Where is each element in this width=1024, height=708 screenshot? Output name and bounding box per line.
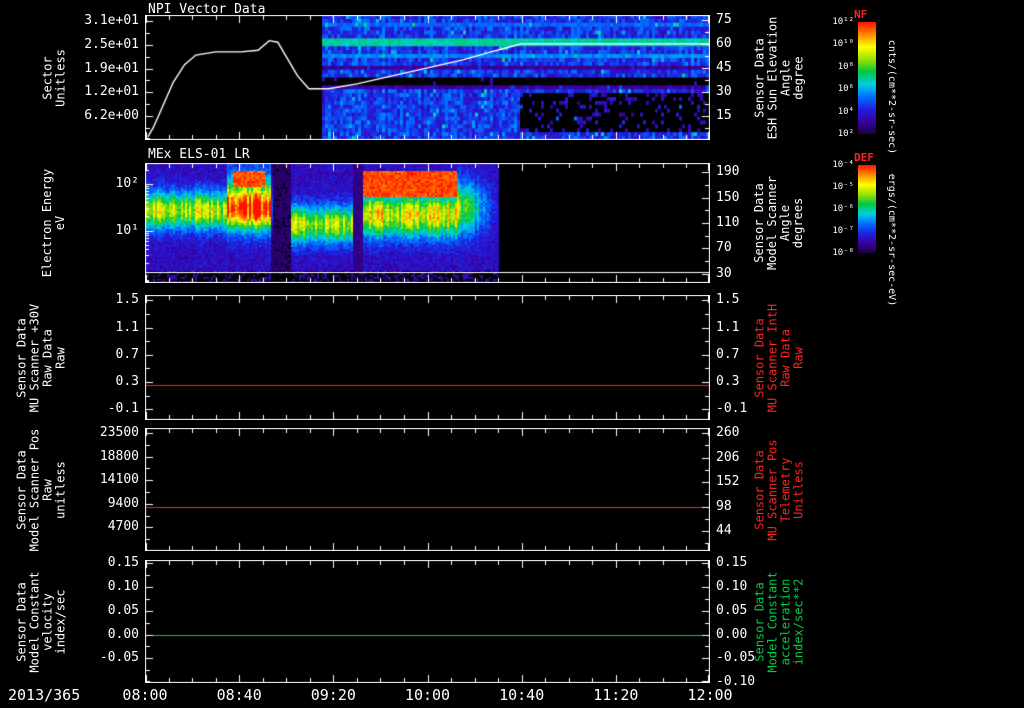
- panel-canvas-mu30v: [145, 295, 710, 420]
- colorbar-def-tick-label: 10⁻⁷: [832, 226, 854, 236]
- x-axis-tick-label: 08:00: [122, 686, 168, 704]
- x-axis-tick-label: 08:40: [216, 686, 262, 704]
- scanner_pos-left-axis-label-line: Model Scanner Pos: [27, 428, 41, 551]
- colorbar-def-tick-label: 10⁻⁶: [832, 204, 854, 214]
- colorbar-nf-tick-label: 10²: [837, 129, 854, 139]
- npi-left-axis-label-line: Sector: [40, 55, 54, 100]
- mu30v-left-axis-label-line: Raw: [53, 346, 67, 369]
- x-axis-tick-label: 10:00: [404, 686, 451, 704]
- panel-canvas-npi: [145, 15, 710, 140]
- model_constant-left-axis-label-line: velocity: [40, 592, 54, 651]
- model_constant-left-axis-label-line: index/sec: [53, 588, 67, 655]
- npi-left-tick-label: 1.9e+01: [84, 60, 139, 76]
- colorbar-def-title: DEF: [854, 151, 874, 164]
- scanner_pos-left-axis-label-line: Raw: [40, 478, 54, 501]
- colorbar-def-unit: ergs/(cm**2-sr-sec-eV): [886, 173, 897, 307]
- date-label: 2013/365: [8, 686, 81, 704]
- model_constant-left-axis-label-line: Sensor Data: [14, 581, 28, 662]
- model_constant-right-axis-label-line: index/sec**2: [791, 578, 805, 665]
- colorbar-nf-tick-label: 10⁶: [837, 84, 854, 95]
- model_constant-right-axis-label-line: acceleration: [778, 578, 792, 665]
- colorbar-nf-tick-label: 10¹⁰: [832, 39, 854, 50]
- scanner_pos-left-axis-label-line: Sensor Data: [14, 449, 28, 530]
- scanner_pos-right-axis-label-line: Telemetry: [778, 456, 792, 523]
- els-right-axis-label-line: degrees: [791, 197, 805, 249]
- npi-right-axis-label-line: ESH Sun Elevation: [765, 16, 779, 139]
- x-axis-tick-label: 09:20: [310, 686, 356, 704]
- colorbar-def-tick-label: 10⁻⁸: [832, 248, 854, 258]
- mu30v-left-axis-label-line: Sensor Data: [14, 317, 28, 398]
- scanner_pos-right-axis-label-line: Sensor Data: [752, 449, 766, 530]
- npi-right-axis-label-line: Angle: [778, 59, 792, 96]
- npi-left-tick-label: 1.2e+01: [84, 84, 139, 100]
- mu30v-right-axis-label-line: Sensor Data: [752, 317, 766, 398]
- colorbar-def-tick-label: 10⁻⁴: [832, 160, 854, 170]
- npi-left-axis-label-line: Unitless: [53, 48, 67, 107]
- els-left-tick-label: 10¹: [115, 222, 139, 238]
- npi-left-tick-label: 6.2e+00: [84, 108, 139, 124]
- npi-right-axis-label-line: degree: [791, 55, 805, 100]
- x-axis-tick-label: 11:20: [593, 686, 639, 704]
- model_constant-right-axis-label-line: Model Constant: [765, 570, 779, 673]
- scanner_pos-left-axis-label-line: unitless: [53, 460, 67, 519]
- mu30v-right-axis-label-line: Raw: [791, 346, 805, 369]
- plot-screen: NPI Vector Data MEx ELS-01 LR 2013/365 3…: [0, 0, 1024, 708]
- colorbar-nf-bar: [858, 22, 876, 134]
- colorbar-nf-tick-label: 10¹²: [832, 17, 854, 27]
- mu30v-left-axis-label-line: MU Scanner +30V: [27, 303, 41, 412]
- els-right-axis-label-line: Model Scanner: [765, 176, 779, 270]
- mu30v-right-axis-label-line: MU Scanner IntH: [765, 303, 779, 412]
- x-axis-tick-label: 10:40: [499, 686, 545, 704]
- els-right-axis-label-line: Angle: [778, 204, 792, 242]
- mu30v-right-axis-label-line: Raw Data: [778, 328, 792, 387]
- npi-right-axis-label-line: Sensor Data: [752, 37, 766, 118]
- colorbar-nf-tick-label: 10⁸: [837, 61, 854, 72]
- els-left-axis-label-line: eV: [53, 215, 67, 231]
- panel-canvas-scanner_pos: [145, 428, 710, 551]
- scanner_pos-right-axis-label-line: Unitless: [791, 460, 805, 519]
- panel-title-els: MEx ELS-01 LR: [148, 147, 250, 162]
- colorbar-def-tick-label: 10⁻⁵: [832, 182, 854, 192]
- colorbar-nf-title: NF: [854, 8, 868, 21]
- els-left-tick-label: 10²: [115, 175, 139, 191]
- mu30v-left-axis-label-line: Raw Data: [40, 328, 54, 387]
- els-left-axis-label-line: Electron Energy: [40, 168, 54, 278]
- npi-left-tick-label: 2.5e+01: [84, 36, 139, 52]
- colorbar-def-bar: [858, 165, 876, 253]
- npi-left-tick-label: 3.1e+01: [84, 12, 139, 28]
- panel-canvas-els: [145, 163, 710, 283]
- panel-canvas-model_constant: [145, 560, 710, 683]
- model_constant-left-axis-label-line: Model Constant: [27, 570, 41, 673]
- colorbar-nf-unit: cnts/(cm**2-sr-sec): [886, 39, 897, 155]
- scanner_pos-right-axis-label-line: MU Scanner Pos: [765, 438, 779, 541]
- x-axis-tick-label: 12:00: [687, 686, 733, 704]
- els-right-axis-label-line: Sensor Data: [752, 183, 766, 263]
- colorbar-nf-tick-label: 10⁴: [837, 106, 854, 117]
- model_constant-right-axis-label-line: Sensor Data: [752, 581, 766, 662]
